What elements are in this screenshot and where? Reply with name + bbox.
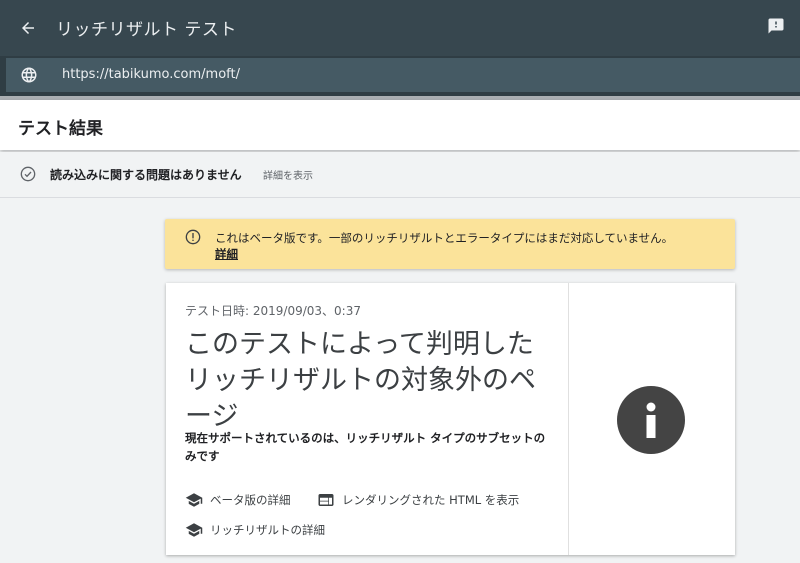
card-divider [568,283,569,555]
beta-notice-message: これはベータ版です。一部のリッチリザルトとエラータイプにはまだ対応していません。 [215,231,674,245]
beta-notice: これはベータ版です。一部のリッチリザルトとエラータイプにはまだ対応していません。… [165,219,735,269]
result-title: このテストによって判明したリッチリザルトの対象外のページ [185,329,536,432]
url-field[interactable]: https://tabikumo.com/moft/ [6,58,800,92]
app-header: リッチリザルト テスト [0,0,800,56]
results-header: テスト結果 [0,100,800,150]
check-circle-icon [20,166,36,182]
school-icon [185,523,203,537]
result-card: テスト日時: 2019/09/03、0:37 このテストによって判明したリッチリ… [166,283,735,555]
load-status-row: 読み込みに関する問題はありません 詳細を表示 [0,152,800,198]
feedback-button[interactable] [764,14,788,38]
rich-result-detail-link[interactable]: リッチリザルトの詳細 [185,521,325,539]
back-button[interactable] [14,14,42,42]
beta-notice-link[interactable]: 詳細 [215,246,238,262]
rich-result-detail-label: リッチリザルトの詳細 [210,523,325,537]
show-details-link[interactable]: 詳細を表示 [263,167,313,182]
rendered-html-link[interactable]: レンダリングされた HTML を表示 [317,491,519,509]
web-page-icon [318,494,334,506]
beta-detail-link[interactable]: ベータ版の詳細 [185,491,291,509]
school-icon [185,493,203,507]
app-title: リッチリザルト テスト [56,20,237,40]
page-title: テスト結果 [18,119,103,139]
rendered-html-label: レンダリングされた HTML を表示 [342,493,520,507]
beta-detail-label: ベータ版の詳細 [210,493,291,507]
result-subtitle: 現在サポートされているのは、リッチリザルト タイプのサブセットのみです [185,431,546,463]
info-icon [617,386,685,454]
test-datetime: テスト日時: 2019/09/03、0:37 [185,304,361,318]
globe-icon [21,67,37,83]
feedback-icon [768,18,784,34]
url-text: https://tabikumo.com/moft/ [62,67,241,82]
url-bar: https://tabikumo.com/moft/ [0,56,800,96]
status-text: 読み込みに関する問題はありません [50,168,242,182]
arrow-back-icon [22,22,34,34]
warning-icon [185,229,201,245]
